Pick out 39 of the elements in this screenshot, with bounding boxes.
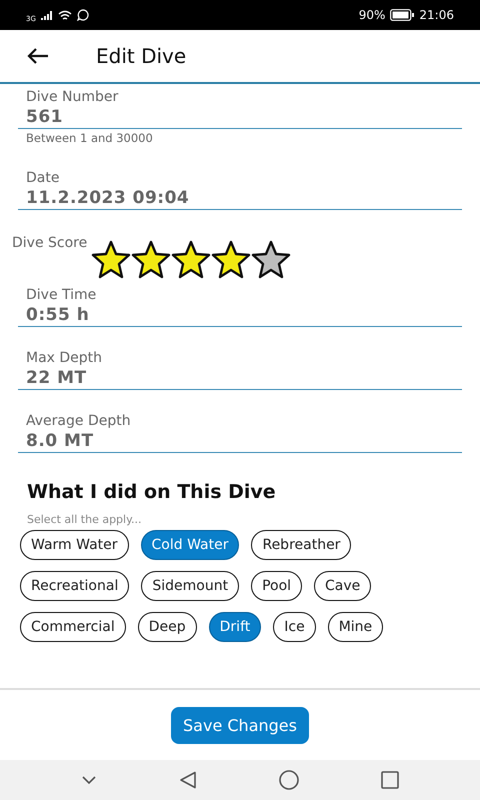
star-icon[interactable]	[251, 240, 292, 280]
activity-chip[interactable]: Sidemount	[141, 571, 240, 601]
activity-chip[interactable]: Warm Water	[20, 530, 129, 560]
activity-chip[interactable]: Cave	[314, 571, 372, 601]
activity-chip[interactable]: Pool	[251, 571, 302, 601]
recents-icon[interactable]	[381, 771, 399, 789]
star-icon[interactable]	[211, 240, 252, 280]
back-icon[interactable]	[179, 771, 197, 789]
activity-chip[interactable]: Drift	[208, 612, 262, 642]
text-field[interactable]: Average Depth 8.0 MT	[18, 412, 462, 453]
text-field[interactable]: Date 11.2.2023 09:04	[18, 169, 462, 210]
battery-icon	[390, 9, 414, 21]
field-label: Dive Score	[11, 234, 88, 253]
wifi-icon	[58, 10, 72, 20]
section-heading: What I did on This Dive	[27, 481, 277, 503]
clock: 21:06	[419, 8, 454, 22]
battery-percent: 90%	[358, 8, 386, 22]
activity-chip[interactable]: Rebreather	[251, 530, 352, 560]
activity-chip[interactable]: Commercial	[20, 612, 126, 642]
signal-icon	[40, 10, 53, 20]
text-field[interactable]: Dive Time 0:55 h	[18, 286, 462, 327]
activity-chip[interactable]: Mine	[328, 612, 384, 642]
star-icon[interactable]	[171, 240, 212, 280]
text-field[interactable]: Dive Number 561	[18, 88, 462, 129]
screen-title: Edit Dive	[96, 44, 186, 68]
activity-chip[interactable]: Ice	[273, 612, 316, 642]
activity-chip[interactable]: Recreational	[20, 571, 130, 601]
chevron-down-icon[interactable]	[81, 775, 97, 785]
star-icon[interactable]	[91, 240, 132, 280]
chat-icon	[76, 9, 89, 21]
section-hint: Select all the apply...	[27, 513, 143, 526]
field-hint: Between 1 and 30000	[25, 130, 154, 147]
activity-chip[interactable]: Cold Water	[140, 530, 240, 560]
back-arrow-icon[interactable]	[26, 47, 50, 65]
text-field[interactable]: Max Depth 22 MT	[18, 349, 462, 390]
home-icon[interactable]	[279, 770, 299, 790]
star-icon[interactable]	[131, 240, 172, 280]
save-button[interactable]: Save Changes	[171, 706, 309, 744]
activity-chip[interactable]: Deep	[138, 612, 197, 642]
